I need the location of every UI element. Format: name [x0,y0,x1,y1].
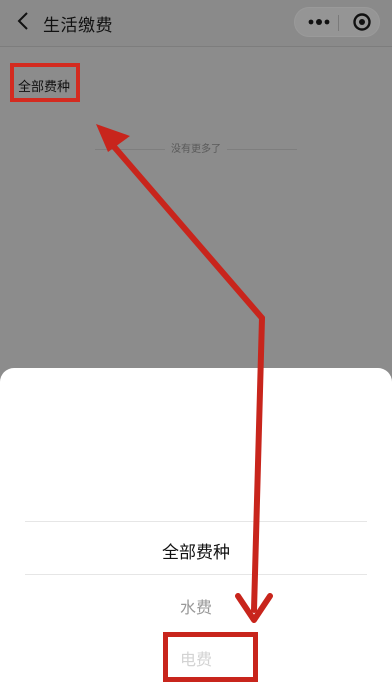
picker-line-bottom [25,574,367,575]
picker-line-top [25,521,367,522]
target-icon [353,13,371,31]
annotation-box-electricity [163,632,258,682]
close-miniprogram-button[interactable] [348,8,376,36]
annotation-box-filter [10,63,80,102]
more-button[interactable] [305,8,333,36]
back-button[interactable] [10,8,36,34]
no-more-text: 没有更多了 [0,140,392,155]
picker-option-all[interactable]: 全部费种 [0,538,392,563]
back-icon [17,12,28,30]
arrow-up-line [107,139,265,321]
page-title: 生活缴费 [43,16,113,36]
picker-option-water[interactable]: 水费 [0,594,392,618]
menu-capsule [294,7,380,37]
nav-header: 生活缴费 [0,0,392,47]
more-icon [308,19,330,25]
capsule-divider [338,15,339,31]
